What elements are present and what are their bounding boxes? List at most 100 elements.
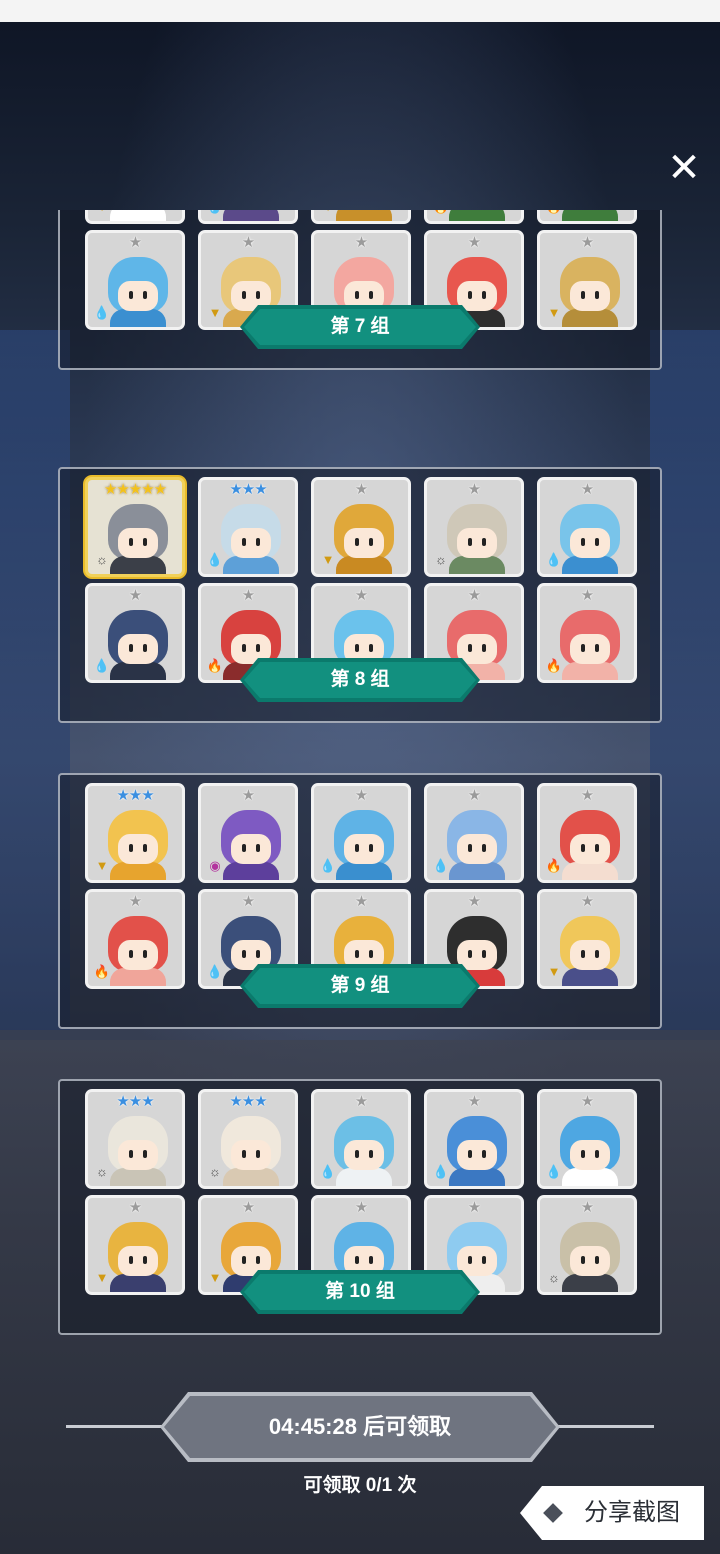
water-element-icon: 💧 <box>93 305 111 320</box>
groups-scroll-area[interactable]: ▼💧▼🔥🔥★💧★▼★🔥★🔥★▼第 7 组★★★★★☼★★★💧★▼★☼★💧★💧★🔥… <box>0 210 720 1380</box>
hero-portrait-body <box>562 862 618 880</box>
water-element-icon: 💧 <box>319 1164 337 1179</box>
hero-eye <box>468 644 472 652</box>
hero-card[interactable]: ★ ◉ <box>198 783 298 883</box>
group-label-banner: 第 9 组 <box>240 964 480 1008</box>
earth-element-icon: ▼ <box>95 858 109 873</box>
hero-card[interactable]: ★💧 <box>424 783 524 883</box>
water-element-icon: 💧 <box>432 858 450 873</box>
hero-card[interactable]: ▼ <box>85 210 185 224</box>
hero-portrait-face <box>118 834 158 864</box>
hero-eye <box>595 644 599 652</box>
hero-eye <box>468 844 472 852</box>
hero-card[interactable]: ★★★ 💧 <box>198 477 298 577</box>
hero-card[interactable]: ★▼ <box>537 230 637 330</box>
hero-eye <box>242 844 246 852</box>
hero-eye <box>581 644 585 652</box>
fire-element-icon: 🔥 <box>206 658 224 673</box>
hero-card[interactable]: ★★★ ☼ <box>198 1089 298 1189</box>
hero-portrait-body <box>336 556 392 574</box>
hero-card[interactable]: ★🔥 <box>537 783 637 883</box>
claim-timer-button[interactable]: 04:45:28 后可领取 <box>160 1392 560 1462</box>
share-screenshot-button[interactable]: 分享截图 <box>520 1486 704 1540</box>
hero-portrait-body <box>562 210 618 221</box>
hero-portrait-body <box>110 862 166 880</box>
water-element-icon: 💧 <box>545 1164 563 1179</box>
hero-portrait-face <box>344 528 384 558</box>
hero-card[interactable]: ★💧 <box>311 1089 411 1189</box>
hero-eye <box>256 644 260 652</box>
hero-card[interactable]: 🔥 <box>424 210 524 224</box>
hero-eye <box>468 291 472 299</box>
hero-portrait-body <box>449 1168 505 1186</box>
hero-portrait-face <box>231 528 271 558</box>
hero-eye <box>581 538 585 546</box>
hero-card[interactable]: 🔥 <box>537 210 637 224</box>
hero-portrait-face <box>570 1140 610 1170</box>
star-rating-icon: ★ <box>128 587 142 604</box>
hero-card[interactable]: ★💧 <box>537 477 637 577</box>
hero-portrait-face <box>118 1140 158 1170</box>
hero-card[interactable]: ★★★★★ ☼ <box>85 477 185 577</box>
hero-portrait-body <box>449 210 505 221</box>
hero-card[interactable]: ★▼ <box>537 889 637 989</box>
water-element-icon: 💧 <box>206 552 224 567</box>
close-icon[interactable]: ✕ <box>662 146 706 190</box>
group-label-banner: 第 10 组 <box>240 1270 480 1314</box>
star-rating-icon: ★ <box>467 1199 481 1216</box>
star-rating-icon: ★ <box>580 787 594 804</box>
hero-card[interactable]: 💧 <box>198 210 298 224</box>
hero-card[interactable]: ★ ☼ <box>424 477 524 577</box>
hero-portrait-body <box>110 662 166 680</box>
hero-portrait-body <box>223 862 279 880</box>
hero-eye <box>482 950 486 958</box>
hero-eye <box>581 844 585 852</box>
hero-card[interactable]: ★💧 <box>424 1089 524 1189</box>
earth-element-icon: ▼ <box>319 210 337 216</box>
share-screenshot-label: 分享截图 <box>584 1499 680 1526</box>
hero-card[interactable]: ★ ☼ <box>537 1195 637 1295</box>
hero-portrait-body <box>562 556 618 574</box>
light-element-icon: ☼ <box>96 552 108 567</box>
hero-card[interactable]: ★★★ ▼ <box>85 783 185 883</box>
hero-card[interactable]: ★💧 <box>537 1089 637 1189</box>
hero-card[interactable]: ★★★ ☼ <box>85 1089 185 1189</box>
star-rating-icon: ★ <box>354 787 368 804</box>
hero-portrait-face <box>457 528 497 558</box>
water-element-icon: 💧 <box>93 658 111 673</box>
hero-eye <box>242 1150 246 1158</box>
earth-element-icon: ▼ <box>208 305 222 320</box>
hero-eye <box>581 291 585 299</box>
hero-card[interactable]: ★💧 <box>85 230 185 330</box>
hero-card[interactable]: ★▼ <box>85 1195 185 1295</box>
group-label-banner: 第 7 组 <box>240 305 480 349</box>
hero-eye <box>468 1256 472 1264</box>
hero-eye <box>143 950 147 958</box>
hero-eye <box>355 950 359 958</box>
hero-portrait-body <box>336 210 392 221</box>
hero-card[interactable]: ★🔥 <box>537 583 637 683</box>
status-bar <box>0 0 720 22</box>
hero-card[interactable]: ★💧 <box>311 783 411 883</box>
hero-eye <box>129 844 133 852</box>
hero-eye <box>355 1150 359 1158</box>
hero-eye <box>355 538 359 546</box>
hero-card[interactable]: ★💧 <box>85 583 185 683</box>
hero-portrait-face <box>118 1246 158 1276</box>
hero-eye <box>242 644 246 652</box>
fire-element-icon: 🔥 <box>545 858 563 873</box>
hero-portrait-face <box>344 834 384 864</box>
hero-card[interactable]: ★🔥 <box>85 889 185 989</box>
star-rating-icon: ★ <box>467 893 481 910</box>
divider-line-left <box>66 1425 166 1428</box>
hero-card[interactable]: ▼ <box>311 210 411 224</box>
hero-eye <box>482 644 486 652</box>
hero-eye <box>369 1256 373 1264</box>
hero-portrait-body <box>110 1168 166 1186</box>
hero-card[interactable]: ★▼ <box>311 477 411 577</box>
hero-eye <box>595 950 599 958</box>
water-element-icon: 💧 <box>206 210 224 216</box>
earth-element-icon: ▼ <box>547 305 561 320</box>
hero-eye <box>129 950 133 958</box>
hero-eye <box>595 844 599 852</box>
